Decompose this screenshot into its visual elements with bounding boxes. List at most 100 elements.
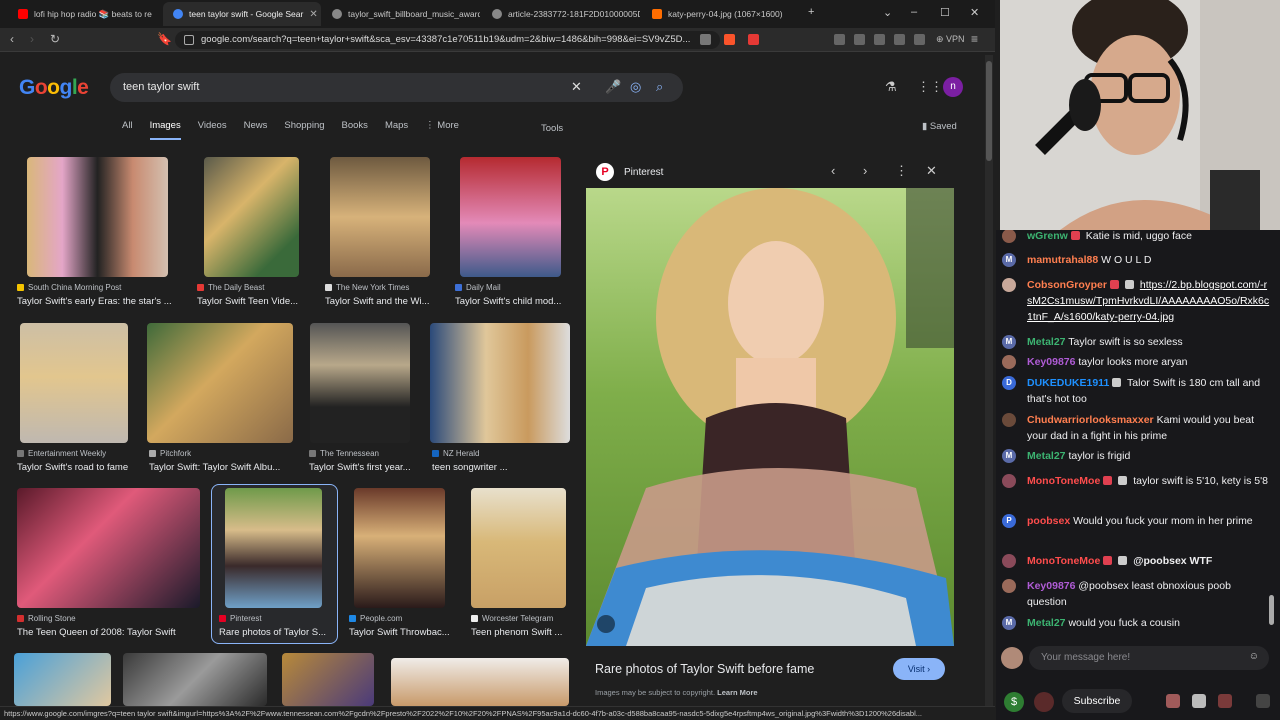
emote-icon[interactable]: [1166, 694, 1180, 708]
tab-images[interactable]: Images: [149, 120, 181, 140]
result-source[interactable]: The Daily Beast: [197, 283, 264, 292]
result-title[interactable]: Teen phenom Swift ...: [471, 627, 571, 638]
result-image[interactable]: [330, 157, 430, 277]
visit-button[interactable]: Visit ›: [893, 658, 945, 680]
vpn-button[interactable]: ⊕ VPN: [936, 34, 965, 45]
result-source[interactable]: Pinterest: [219, 614, 262, 623]
site-info-icon[interactable]: [184, 35, 194, 45]
search-input[interactable]: teen taylor swift: [123, 81, 199, 93]
extensions-icon[interactable]: [834, 34, 845, 45]
dollar-icon[interactable]: $: [1004, 692, 1024, 712]
wallet-icon[interactable]: [894, 34, 905, 45]
search-box[interactable]: teen taylor swift ✕ 🎤 ◎ ⌕: [110, 73, 683, 102]
url-field[interactable]: google.com/search?q=teen+taylor+swift&sc…: [175, 31, 720, 49]
result-title[interactable]: Rare photos of Taylor S...: [219, 627, 329, 638]
result-title[interactable]: Taylor Swift's first year...: [309, 462, 419, 473]
subscribe-button[interactable]: Subscribe: [1062, 689, 1132, 713]
new-tab-button[interactable]: +: [808, 6, 814, 18]
tools-button[interactable]: Tools: [541, 123, 563, 134]
chat-username[interactable]: Chudwarriorlooksmaxxer: [1027, 414, 1154, 426]
result-image[interactable]: [14, 653, 111, 706]
user-avatar[interactable]: [1001, 647, 1023, 669]
chat-username[interactable]: mamutrahal88: [1027, 254, 1098, 266]
leo-ai-icon[interactable]: [914, 34, 925, 45]
forward-icon[interactable]: ›: [30, 32, 34, 46]
lens-icon[interactable]: ◎: [630, 79, 641, 95]
tab-article[interactable]: article-2383772-181F2D01000005D: [482, 2, 640, 26]
next-icon[interactable]: ›: [863, 163, 867, 178]
media-icon[interactable]: [854, 34, 865, 45]
labs-icon[interactable]: ⚗: [885, 79, 897, 95]
microphone-icon[interactable]: 🎤: [605, 79, 621, 95]
page-scrollbar[interactable]: [985, 55, 993, 706]
chat-username[interactable]: wGrenw: [1027, 230, 1068, 242]
result-image[interactable]: [430, 323, 570, 443]
chat-username[interactable]: MonoToneMoe: [1027, 475, 1100, 487]
more-options-icon[interactable]: ⋮: [895, 163, 908, 179]
result-title[interactable]: Taylor Swift and the Wi...: [325, 296, 435, 307]
result-title[interactable]: Taylor Swift's child mod...: [455, 296, 565, 307]
result-image[interactable]: [147, 323, 293, 443]
result-source[interactable]: Entertainment Weekly: [17, 449, 106, 458]
preview-source[interactable]: P Pinterest: [596, 163, 663, 181]
maximize-button[interactable]: ☐: [940, 6, 950, 19]
bookmark-icon[interactable]: 🔖: [157, 32, 172, 46]
google-logo[interactable]: Google: [19, 76, 89, 100]
tab-katy-perry[interactable]: katy-perry-04.jpg (1067×1600): [642, 2, 800, 26]
chat-username[interactable]: DUKEDUKE1911: [1027, 377, 1109, 389]
result-title[interactable]: Taylor Swift Throwbac...: [349, 627, 459, 638]
preview-image[interactable]: [586, 188, 954, 646]
sidebar-icon[interactable]: [874, 34, 885, 45]
minimize-button[interactable]: –: [911, 6, 917, 18]
result-image[interactable]: [225, 488, 322, 608]
result-title[interactable]: The Teen Queen of 2008: Taylor Swift: [17, 627, 207, 638]
chat-message-input[interactable]: Your message here! ☺: [1029, 646, 1269, 670]
previous-icon[interactable]: ‹: [831, 163, 835, 178]
chat-username[interactable]: Metal27: [1027, 617, 1066, 629]
tab-search-icon[interactable]: ⌄: [883, 6, 892, 19]
tab-shopping[interactable]: Shopping: [284, 120, 324, 140]
learn-more-link[interactable]: Learn More: [717, 688, 757, 697]
result-source[interactable]: Worcester Telegram: [471, 614, 553, 623]
result-title[interactable]: Taylor Swift's road to fame: [17, 462, 137, 473]
scrollbar-thumb[interactable]: [986, 61, 992, 161]
chat-username[interactable]: CobsonGroyper: [1027, 279, 1107, 291]
result-title[interactable]: teen songwriter ...: [432, 462, 552, 473]
emote-icon[interactable]: [1218, 694, 1232, 708]
tab-more[interactable]: ⋮ More: [425, 120, 459, 140]
chat-scrollbar[interactable]: [1269, 595, 1274, 625]
result-image[interactable]: [354, 488, 445, 608]
result-image[interactable]: [204, 157, 299, 277]
result-image[interactable]: [391, 658, 569, 706]
tab-all[interactable]: All: [122, 120, 133, 140]
brave-shield-icon[interactable]: [724, 34, 735, 45]
close-icon[interactable]: ✕: [926, 163, 937, 179]
gift-icon[interactable]: [1034, 692, 1054, 712]
search-icon[interactable]: ⌕: [656, 79, 663, 95]
tab-videos[interactable]: Videos: [198, 120, 227, 140]
tab-books[interactable]: Books: [342, 120, 368, 140]
emoji-icon[interactable]: ☺: [1249, 651, 1259, 662]
result-image[interactable]: [471, 488, 566, 608]
result-title[interactable]: Taylor Swift Teen Vide...: [197, 296, 307, 307]
tab-billboard[interactable]: taylor_swift_billboard_music_award: [322, 2, 480, 26]
chat-username[interactable]: Key09876: [1027, 580, 1075, 592]
result-source[interactable]: The New York Times: [325, 283, 409, 292]
result-source[interactable]: Pitchfork: [149, 449, 191, 458]
result-image[interactable]: [123, 653, 267, 706]
tab-google-search[interactable]: teen taylor swift - Google Sear ✕: [163, 2, 321, 26]
clear-icon[interactable]: ✕: [571, 79, 582, 95]
chat-username[interactable]: Metal27: [1027, 450, 1066, 462]
result-image[interactable]: [27, 157, 168, 277]
chat-username[interactable]: Key09876: [1027, 356, 1075, 368]
close-tab-icon[interactable]: ✕: [309, 9, 317, 20]
tab-maps[interactable]: Maps: [385, 120, 408, 140]
result-source[interactable]: Daily Mail: [455, 283, 501, 292]
apps-grid-icon[interactable]: ⋮⋮: [917, 79, 943, 95]
account-avatar[interactable]: n: [943, 77, 963, 97]
back-icon[interactable]: ‹: [10, 32, 14, 46]
share-icon[interactable]: [700, 34, 711, 45]
chat-username[interactable]: poobsex: [1027, 515, 1070, 527]
reload-icon[interactable]: ↻: [50, 32, 60, 46]
result-source[interactable]: South China Morning Post: [17, 283, 121, 292]
